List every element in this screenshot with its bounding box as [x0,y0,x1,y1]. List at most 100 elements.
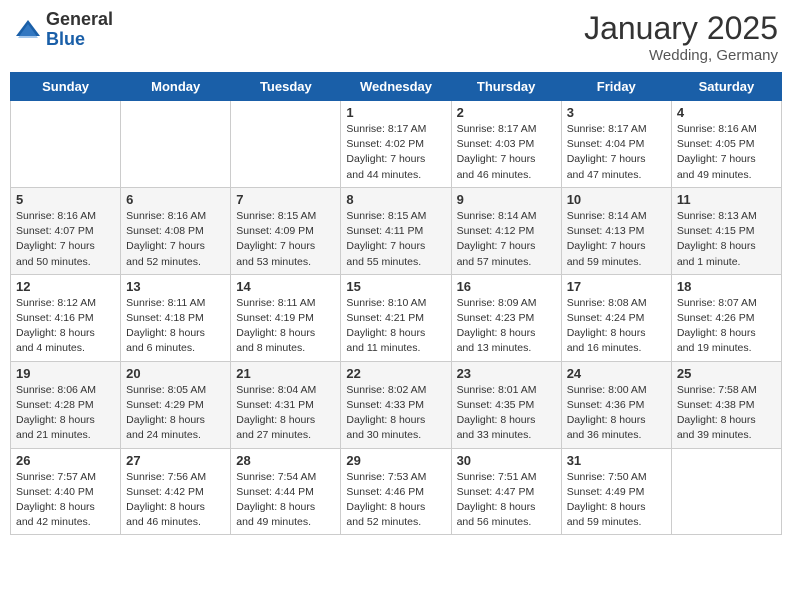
day-info: Sunrise: 7:51 AMSunset: 4:47 PMDaylight:… [457,470,556,531]
calendar-cell: 11 Sunrise: 8:13 AMSunset: 4:15 PMDayligh… [671,187,781,274]
day-info: Sunrise: 8:07 AMSunset: 4:26 PMDaylight:… [677,296,776,357]
day-number: 14 [236,279,335,294]
calendar-cell: 4Sunrise: 8:16 AMSunset: 4:05 PMDaylight… [671,101,781,188]
calendar-cell [671,448,781,535]
day-info: Sunrise: 8:15 AMSunset: 4:11 PMDaylight:… [346,209,445,270]
day-number: 17 [567,279,666,294]
calendar-cell: 29 Sunrise: 7:53 AMSunset: 4:46 PMDayligh… [341,448,451,535]
day-number: 19 [16,366,115,381]
calendar-cell: 19Sunrise: 8:06 AMSunset: 4:28 PMDayligh… [11,361,121,448]
day-info: Sunrise: 8:04 AMSunset: 4:31 PMDaylight:… [236,383,335,444]
day-info: Sunrise: 7:57 AMSunset: 4:40 PMDaylight:… [16,470,115,531]
calendar-cell: 28Sunrise: 7:54 AMSunset: 4:44 PMDayligh… [231,448,341,535]
calendar-cell: 5 Sunrise: 8:16 AMSunset: 4:07 PMDaylight… [11,187,121,274]
day-info: Sunrise: 8:15 AMSunset: 4:09 PMDaylight:… [236,209,335,270]
calendar-week-row: 5 Sunrise: 8:16 AMSunset: 4:07 PMDaylight… [11,187,782,274]
day-info: Sunrise: 8:00 AMSunset: 4:36 PMDaylight:… [567,383,666,444]
day-number: 13 [126,279,225,294]
day-info: Sunrise: 8:09 AMSunset: 4:23 PMDaylight:… [457,296,556,357]
weekday-header-friday: Friday [561,73,671,101]
calendar-week-row: 1 Sunrise: 8:17 AMSunset: 4:02 PMDaylight… [11,101,782,188]
day-info: Sunrise: 7:53 AMSunset: 4:46 PMDaylight:… [346,470,445,531]
day-info: Sunrise: 8:16 AMSunset: 4:08 PMDaylight:… [126,209,225,270]
day-info: Sunrise: 8:14 AMSunset: 4:12 PMDaylight:… [457,209,556,270]
logo-icon [14,16,42,44]
day-number: 18 [677,279,776,294]
calendar-week-row: 19Sunrise: 8:06 AMSunset: 4:28 PMDayligh… [11,361,782,448]
calendar-cell: 30Sunrise: 7:51 AMSunset: 4:47 PMDayligh… [451,448,561,535]
calendar-subtitle: Wedding, Germany [584,47,778,64]
weekday-header-monday: Monday [121,73,231,101]
day-info: Sunrise: 8:05 AMSunset: 4:29 PMDaylight:… [126,383,225,444]
day-info: Sunrise: 8:13 AMSunset: 4:15 PMDaylight:… [677,209,776,270]
calendar-cell: 6 Sunrise: 8:16 AMSunset: 4:08 PMDaylight… [121,187,231,274]
calendar-cell [121,101,231,188]
day-number: 29 [346,453,445,468]
calendar-cell [11,101,121,188]
day-number: 1 [346,105,445,120]
day-number: 6 [126,192,225,207]
calendar-cell: 22 Sunrise: 8:02 AMSunset: 4:33 PMDayligh… [341,361,451,448]
calendar-table: SundayMondayTuesdayWednesdayThursdayFrid… [10,72,782,535]
calendar-cell: 14Sunrise: 8:11 AMSunset: 4:19 PMDayligh… [231,274,341,361]
day-number: 10 [567,192,666,207]
day-info: Sunrise: 8:10 AMSunset: 4:21 PMDaylight:… [346,296,445,357]
calendar-cell: 27 Sunrise: 7:56 AMSunset: 4:42 PMDayligh… [121,448,231,535]
day-info: Sunrise: 8:02 AMSunset: 4:33 PMDaylight:… [346,383,445,444]
calendar-cell: 10 Sunrise: 8:14 AMSunset: 4:13 PMDayligh… [561,187,671,274]
day-number: 24 [567,366,666,381]
logo: General Blue [14,10,113,50]
day-number: 25 [677,366,776,381]
day-info: Sunrise: 8:01 AMSunset: 4:35 PMDaylight:… [457,383,556,444]
calendar-cell: 23 Sunrise: 8:01 AMSunset: 4:35 PMDayligh… [451,361,561,448]
day-number: 5 [16,192,115,207]
day-number: 8 [346,192,445,207]
calendar-cell: 31Sunrise: 7:50 AMSunset: 4:49 PMDayligh… [561,448,671,535]
day-info: Sunrise: 8:17 AMSunset: 4:02 PMDaylight:… [346,122,445,183]
weekday-header-sunday: Sunday [11,73,121,101]
day-number: 21 [236,366,335,381]
calendar-cell: 21 Sunrise: 8:04 AMSunset: 4:31 PMDayligh… [231,361,341,448]
calendar-cell: 17 Sunrise: 8:08 AMSunset: 4:24 PMDayligh… [561,274,671,361]
calendar-cell: 13Sunrise: 8:11 AMSunset: 4:18 PMDayligh… [121,274,231,361]
calendar-cell: 3 Sunrise: 8:17 AMSunset: 4:04 PMDaylight… [561,101,671,188]
logo-general: General [46,10,113,30]
day-number: 9 [457,192,556,207]
day-number: 27 [126,453,225,468]
day-number: 4 [677,105,776,120]
day-info: Sunrise: 8:12 AMSunset: 4:16 PMDaylight:… [16,296,115,357]
day-info: Sunrise: 8:17 AMSunset: 4:03 PMDaylight:… [457,122,556,183]
calendar-cell: 26 Sunrise: 7:57 AMSunset: 4:40 PMDayligh… [11,448,121,535]
day-number: 11 [677,192,776,207]
day-number: 7 [236,192,335,207]
calendar-cell: 9 Sunrise: 8:14 AMSunset: 4:12 PMDaylight… [451,187,561,274]
title-block: January 2025 Wedding, Germany [584,10,778,64]
calendar-cell: 15Sunrise: 8:10 AMSunset: 4:21 PMDayligh… [341,274,451,361]
day-number: 26 [16,453,115,468]
calendar-week-row: 12Sunrise: 8:12 AMSunset: 4:16 PMDayligh… [11,274,782,361]
day-info: Sunrise: 7:56 AMSunset: 4:42 PMDaylight:… [126,470,225,531]
day-info: Sunrise: 8:16 AMSunset: 4:07 PMDaylight:… [16,209,115,270]
calendar-cell: 1 Sunrise: 8:17 AMSunset: 4:02 PMDaylight… [341,101,451,188]
day-number: 20 [126,366,225,381]
page-header: General Blue January 2025 Wedding, Germa… [10,10,782,64]
weekday-header-wednesday: Wednesday [341,73,451,101]
day-info: Sunrise: 8:14 AMSunset: 4:13 PMDaylight:… [567,209,666,270]
day-info: Sunrise: 8:17 AMSunset: 4:04 PMDaylight:… [567,122,666,183]
calendar-cell: 20 Sunrise: 8:05 AMSunset: 4:29 PMDayligh… [121,361,231,448]
calendar-cell: 2Sunrise: 8:17 AMSunset: 4:03 PMDaylight… [451,101,561,188]
calendar-cell: 18 Sunrise: 8:07 AMSunset: 4:26 PMDayligh… [671,274,781,361]
day-number: 16 [457,279,556,294]
day-info: Sunrise: 8:08 AMSunset: 4:24 PMDaylight:… [567,296,666,357]
weekday-header-saturday: Saturday [671,73,781,101]
calendar-cell: 25Sunrise: 7:58 AMSunset: 4:38 PMDayligh… [671,361,781,448]
calendar-week-row: 26 Sunrise: 7:57 AMSunset: 4:40 PMDayligh… [11,448,782,535]
weekday-header-thursday: Thursday [451,73,561,101]
weekday-header-row: SundayMondayTuesdayWednesdayThursdayFrid… [11,73,782,101]
day-number: 23 [457,366,556,381]
day-number: 31 [567,453,666,468]
day-info: Sunrise: 7:54 AMSunset: 4:44 PMDaylight:… [236,470,335,531]
day-number: 3 [567,105,666,120]
day-number: 22 [346,366,445,381]
logo-text: General Blue [46,10,113,50]
